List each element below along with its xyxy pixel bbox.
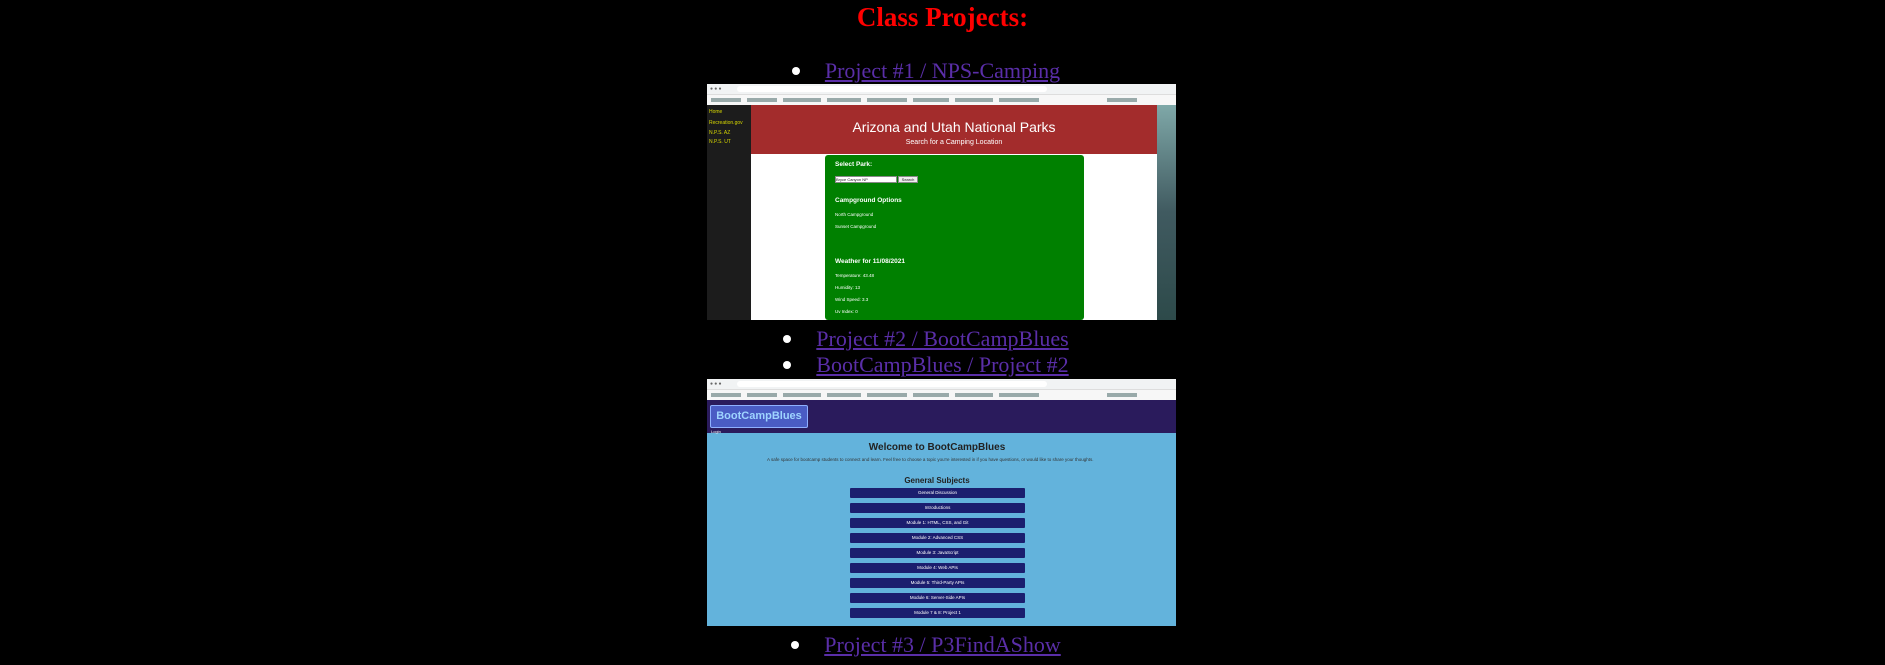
nps-banner: Arizona and Utah National Parks Search f… [751, 105, 1157, 154]
project-link-bootcampblues[interactable]: Project #2 / BootCampBlues [816, 326, 1068, 351]
bcb-brand: BootCampBlues [710, 405, 808, 428]
bootcampblues-screenshot[interactable]: ● ● ● BootCampBlues Login Welcome to Boo… [707, 379, 1176, 626]
campground-item: Sunset Campground [835, 224, 877, 229]
project-link-p3findashow[interactable]: Project #3 / P3FindAShow [824, 632, 1061, 657]
bcb-section-heading: General Subjects [904, 476, 970, 485]
weather-item: Temperature: 43.48 [835, 273, 875, 278]
nps-sidebar: Home Recreation.gov N.P.S. AZ N.P.S. UT [707, 105, 751, 320]
weather-heading: Weather for 11/08/2021 [835, 258, 905, 265]
bcb-subject-button: Module 4: Web APIs [850, 563, 1025, 573]
select-park-label: Select Park: [835, 161, 873, 168]
campground-item: North Campground [835, 212, 874, 217]
search-button: Search [898, 176, 918, 183]
page-title: Class Projects: [856, 2, 1029, 32]
bcb-subject-button: Module 7 & 8: Project 1 [850, 608, 1025, 618]
nps-sidebar-item: N.P.S. AZ [709, 130, 731, 136]
project-item-2: Project #2 / BootCampBlues [0, 326, 1885, 352]
project-item-3: Project #3 / P3FindAShow [0, 632, 1885, 658]
nps-search-panel: Select Park: Bryce Canyon NP Search Camp… [825, 155, 1084, 320]
weather-item: Wind Speed: 3.3 [835, 297, 869, 302]
bcb-welcome: Welcome to BootCampBlues [868, 442, 1006, 453]
project-link-bootcampblues-2[interactable]: BootCampBlues / Project #2 [816, 352, 1068, 377]
bullet-icon [783, 335, 792, 343]
project-item-1: Project #1 / NPS-Camping [0, 58, 1885, 84]
bcb-subject-button: Module 6: Server-Side APIs [850, 593, 1025, 603]
weather-item: Humidity: 13 [835, 285, 861, 290]
nps-camping-screenshot[interactable]: ● ● ● Home Recreation.gov N.P.S. AZ N.P.… [707, 84, 1176, 321]
bcb-subject-button: General Discussion [850, 488, 1025, 498]
browser-address-bar: ● ● ● [707, 84, 1176, 95]
bcb-subject-button: Module 3: JavaScript [850, 548, 1025, 558]
project-item-2b: BootCampBlues / Project #2 [0, 352, 1885, 378]
bcb-subject-button: Module 5: Third-Party APIs [850, 578, 1025, 588]
nps-sidebar-item: Recreation.gov [709, 120, 743, 126]
weather-item: Uv Index: 0 [835, 309, 858, 314]
nps-sidebar-item: N.P.S. UT [709, 139, 731, 145]
bcb-subject-button: Module 2: Advanced CSS [850, 533, 1025, 543]
bullet-icon [791, 67, 800, 75]
nps-banner-title: Arizona and Utah National Parks [852, 119, 1056, 135]
park-select: Bryce Canyon NP [835, 176, 897, 183]
bullet-icon [791, 641, 800, 649]
bcb-subject-button: Introductions [850, 503, 1025, 513]
campground-heading: Campground Options [835, 197, 902, 204]
nps-banner-subtitle: Search for a Camping Location [905, 139, 1003, 146]
nps-sidebar-item: Home [709, 109, 723, 115]
background-photo [1157, 105, 1176, 320]
project-link-nps-camping[interactable]: Project #1 / NPS-Camping [825, 58, 1060, 83]
browser-address-bar: ● ● ● [707, 379, 1176, 390]
bcb-description: A safe space for bootcamp students to co… [767, 457, 1094, 462]
bcb-login: Login [711, 429, 721, 434]
bcb-subject-button: Module 1: HTML, CSS, and Git [850, 518, 1025, 528]
bullet-icon [783, 361, 792, 369]
